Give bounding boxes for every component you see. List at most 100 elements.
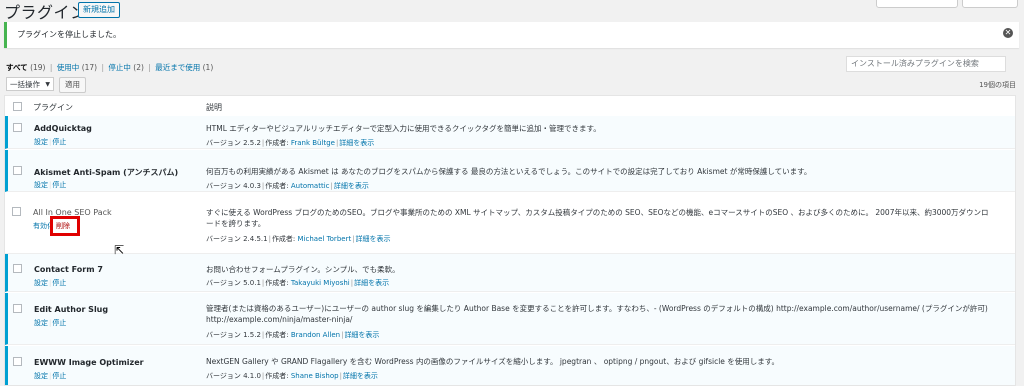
plugin-row: AddQuicktag 設定|停止 HTML エディターやビジュアルリッチエディ… xyxy=(5,116,1015,149)
notice-message: プラグインを停止しました。 xyxy=(17,30,121,39)
plugin-version: バージョン 2.4.5.1 xyxy=(206,235,268,243)
settings-link[interactable]: 設定 xyxy=(34,319,48,327)
plugin-description: HTML エディターやビジュアルリッチエディターで定型入力に使用できるクイックタ… xyxy=(206,124,601,133)
author-link[interactable]: Frank Bültge xyxy=(291,139,335,147)
help-button[interactable] xyxy=(962,0,1018,8)
plugin-name: Edit Author Slug xyxy=(34,305,109,314)
plugin-meta: バージョン 2.5.2|作成者: Frank Bültge|詳細を表示 xyxy=(206,139,375,147)
details-link[interactable]: 詳細を表示 xyxy=(339,139,374,147)
row-checkbox[interactable] xyxy=(13,304,22,313)
dismiss-icon[interactable]: ✕ xyxy=(1003,28,1013,38)
plugin-version: バージョン 2.5.2 xyxy=(206,139,261,147)
row-checkbox[interactable] xyxy=(12,207,21,216)
plugin-row: Contact Form 7 設定|停止 お問い合わせフォームプラグイン。シンプ… xyxy=(5,254,1015,292)
details-link[interactable]: 詳細を表示 xyxy=(334,182,369,190)
plugin-meta: バージョン 4.0.3|作成者: Automattic|詳細を表示 xyxy=(206,182,369,190)
plugin-actions: 設定|停止 xyxy=(34,138,67,146)
chevron-down-icon: ▼ xyxy=(45,81,50,88)
details-link[interactable]: 詳細を表示 xyxy=(354,279,389,287)
add-new-button[interactable]: 新規追加 xyxy=(78,2,120,18)
filter-active[interactable]: 使用中 xyxy=(57,63,80,72)
plugin-version: バージョン 1.5.2 xyxy=(206,331,261,339)
plugin-meta: バージョン 1.5.2|作成者: Brandon Allen|詳細を表示 xyxy=(206,331,380,339)
page-title: プラグイン xyxy=(4,3,87,22)
delete-link-highlight[interactable]: 削除 xyxy=(50,216,80,236)
author-label: 作成者: xyxy=(265,372,289,380)
delete-link[interactable]: 削除 xyxy=(56,221,70,231)
filter-inactive[interactable]: 停止中 xyxy=(108,63,131,72)
details-link[interactable]: 詳細を表示 xyxy=(343,372,378,380)
plugin-row: Edit Author Slug 設定|停止 管理者(または資格のあるユーザー)… xyxy=(5,293,1015,345)
filter-separator: | xyxy=(101,63,105,72)
select-all-checkbox[interactable] xyxy=(13,102,22,111)
bulk-action-selected: 一括操作 xyxy=(10,80,40,89)
row-checkbox[interactable] xyxy=(13,264,22,273)
plugin-description: 管理者(または資格のあるユーザー)にユーザーの author slug を編集し… xyxy=(206,304,988,324)
filter-recently-active-count: (1) xyxy=(202,63,214,72)
plugin-name: Akismet Anti-Spam (アンチスパム) xyxy=(34,168,179,177)
item-count: 19個の項目 xyxy=(979,81,1016,89)
details-link[interactable]: 詳細を表示 xyxy=(344,331,379,339)
author-label: 作成者: xyxy=(265,182,289,190)
author-label: 作成者: xyxy=(271,235,296,243)
filter-recently-active[interactable]: 最近まで使用 xyxy=(155,63,200,72)
author-link[interactable]: Michael Torbert xyxy=(298,235,352,243)
deactivate-link[interactable]: 停止 xyxy=(52,279,66,287)
filter-inactive-count: (2) xyxy=(133,63,144,72)
filter-all-count: (19) xyxy=(30,63,46,72)
author-label: 作成者: xyxy=(265,331,289,339)
author-label: 作成者: xyxy=(265,139,289,147)
deactivated-notice: プラグインを停止しました。 ✕ xyxy=(4,22,1019,48)
settings-link[interactable]: 設定 xyxy=(34,279,48,287)
author-link[interactable]: Automattic xyxy=(291,182,330,190)
deactivate-link[interactable]: 停止 xyxy=(52,319,66,327)
table-header: プラグイン 説明 xyxy=(5,96,1015,117)
column-header-plugin: プラグイン xyxy=(33,103,73,112)
author-link[interactable]: Brandon Allen xyxy=(291,331,340,339)
row-checkbox[interactable] xyxy=(13,166,22,175)
plugin-row: All In One SEO Pack 有効化 すぐに使える WordPress… xyxy=(5,193,1015,254)
column-header-description: 説明 xyxy=(206,103,222,112)
plugin-row: EWWW Image Optimizer 設定|停止 NextGEN Galle… xyxy=(5,346,1015,385)
settings-link[interactable]: 設定 xyxy=(34,181,48,189)
details-link[interactable]: 詳細を表示 xyxy=(356,235,391,243)
filter-all[interactable]: すべて xyxy=(6,63,28,72)
plugin-actions: 設定|停止 xyxy=(34,372,67,380)
bulk-action-select[interactable]: 一括操作 ▼ xyxy=(6,77,54,91)
plugin-meta: バージョン 4.1.0|作成者: Shane Bishop|詳細を表示 xyxy=(206,372,378,380)
author-label: 作成者: xyxy=(265,279,289,287)
plugin-name: AddQuicktag xyxy=(34,124,92,133)
plugin-filter-links: すべて (19) | 使用中 (17) | 停止中 (2) | 最近まで使用 (… xyxy=(6,62,213,73)
plugin-search-input[interactable]: インストール済みプラグインを検索 xyxy=(846,56,1006,72)
plugins-table: プラグイン 説明 AddQuicktag 設定|停止 HTML エディターやビジ… xyxy=(4,95,1016,386)
row-checkbox[interactable] xyxy=(13,123,22,132)
row-checkbox[interactable] xyxy=(13,357,22,366)
plugin-row: Akismet Anti-Spam (アンチスパム) 設定|停止 何百万もの利用… xyxy=(5,150,1015,192)
plugin-name: Contact Form 7 xyxy=(34,265,103,274)
plugin-version: バージョン 4.1.0 xyxy=(206,372,261,380)
plugin-actions: 設定|停止 xyxy=(34,319,67,327)
plugin-version: バージョン 4.0.3 xyxy=(206,182,261,190)
plugin-actions: 設定|停止 xyxy=(34,279,67,287)
filter-active-count: (17) xyxy=(81,63,98,72)
plugin-version: バージョン 5.0.1 xyxy=(206,279,261,287)
plugin-name: EWWW Image Optimizer xyxy=(34,358,144,367)
apply-button[interactable]: 適用 xyxy=(59,77,86,93)
filter-separator: | xyxy=(49,63,53,72)
deactivate-link[interactable]: 停止 xyxy=(52,138,66,146)
plugin-actions: 設定|停止 xyxy=(34,181,67,189)
author-link[interactable]: Shane Bishop xyxy=(291,372,339,380)
author-link[interactable]: Takayuki Miyoshi xyxy=(291,279,350,287)
plugin-meta: バージョン 2.4.5.1|作成者: Michael Torbert|詳細を表示 xyxy=(206,235,391,243)
settings-link[interactable]: 設定 xyxy=(34,138,48,146)
plugin-meta: バージョン 5.0.1|作成者: Takayuki Miyoshi|詳細を表示 xyxy=(206,279,390,287)
plugin-description: 何百万もの利用実績がある Akismet は あなたのブログをスパムから保護する… xyxy=(206,167,812,176)
plugin-description: NextGEN Gallery や GRAND Flagallery を含む W… xyxy=(206,357,780,366)
plugin-description: お問い合わせフォームプラグイン。シンプル、でも柔軟。 xyxy=(206,265,400,274)
settings-link[interactable]: 設定 xyxy=(34,372,48,380)
deactivate-link[interactable]: 停止 xyxy=(52,181,66,189)
mouse-cursor-icon: ⇱ xyxy=(114,243,125,257)
screen-options-button[interactable] xyxy=(876,0,958,8)
filter-separator: | xyxy=(148,63,151,72)
deactivate-link[interactable]: 停止 xyxy=(52,372,66,380)
